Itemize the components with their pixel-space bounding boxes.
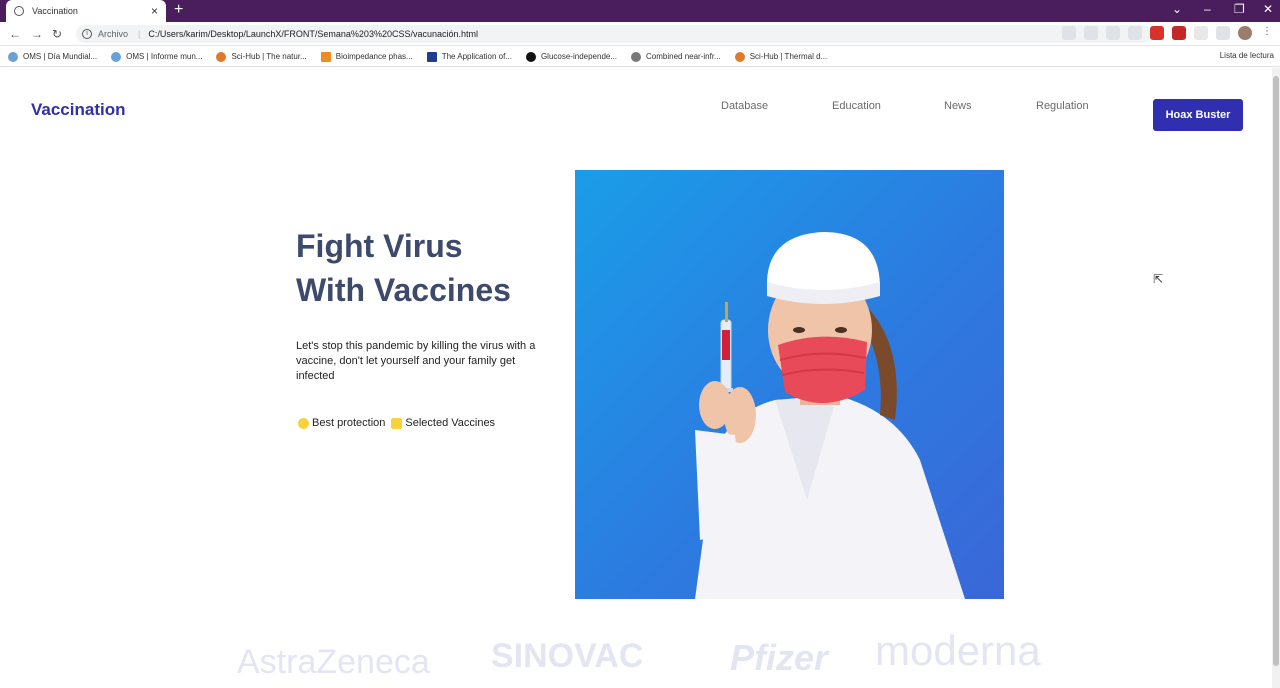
bookmark-item[interactable]: OMS | Informe mun...: [111, 51, 202, 62]
who-icon: [111, 51, 122, 62]
bookmark-item[interactable]: Sci-Hub | Thermal d...: [734, 51, 827, 62]
url-prefix: Archivo: [98, 29, 129, 39]
reload-icon[interactable]: ↻: [52, 27, 62, 41]
extension-pdf-icon[interactable]: [1172, 26, 1186, 40]
translate-icon[interactable]: [1062, 26, 1076, 40]
nav-database[interactable]: Database: [721, 100, 768, 112]
close-tab-icon[interactable]: ×: [151, 4, 158, 18]
url-field[interactable]: i Archivo | C:/Users/karim/Desktop/Launc…: [76, 25, 1152, 43]
new-tab-icon[interactable]: +: [174, 1, 183, 19]
site-logo[interactable]: Vaccination: [31, 100, 125, 120]
reading-list[interactable]: Lista de lectura: [1220, 51, 1274, 60]
nav-news[interactable]: News: [944, 100, 972, 112]
brand-pfizer: Pfizer: [730, 637, 829, 678]
bookmark-item[interactable]: OMS | Día Mundial...: [8, 51, 97, 62]
hero-description: Let's stop this pandemic by killing the …: [296, 340, 536, 382]
bookmark-item[interactable]: The Application of...: [426, 51, 512, 62]
nurse-illustration: [695, 232, 965, 599]
scihub-icon: [216, 51, 227, 62]
star-icon[interactable]: [1128, 26, 1142, 40]
badge-best-protection: Best protection: [312, 417, 386, 429]
document-icon: [631, 51, 642, 62]
bookmark-item[interactable]: Glucose-independe...: [525, 51, 617, 62]
bookmark-item[interactable]: Sci-Hub | The natur...: [216, 51, 307, 62]
elsevier-icon: [320, 51, 331, 62]
scrollbar-thumb[interactable]: [1273, 76, 1279, 666]
bookmark-item[interactable]: Bioimpedance phas...: [320, 51, 413, 62]
hero-badges: Best protection Selected Vaccines: [298, 417, 495, 429]
bookmarks-bar: OMS | Día Mundial... OMS | Informe mun..…: [0, 47, 1280, 67]
hero-image: [575, 170, 1004, 599]
square-badge-icon: [391, 417, 403, 429]
extension-panda-icon[interactable]: [1194, 26, 1208, 40]
extension-tp-icon[interactable]: [1150, 26, 1164, 40]
share-icon[interactable]: [1106, 26, 1120, 40]
tab-search-icon[interactable]: ⌄: [1172, 2, 1182, 16]
restore-icon[interactable]: ❐: [1234, 2, 1245, 16]
hero-title: Fight Virus With Vaccines: [296, 228, 511, 308]
nav-education[interactable]: Education: [832, 100, 881, 112]
ieee-icon: [426, 51, 437, 62]
close-window-icon[interactable]: ✕: [1263, 2, 1273, 16]
brand-astrazeneca: AstraZeneca: [237, 643, 430, 681]
globe-icon: [14, 6, 24, 16]
nav-regulation[interactable]: Regulation: [1036, 100, 1089, 112]
extension-icons: ⋮: [1062, 26, 1274, 40]
menu-dots-icon[interactable]: ⋮: [1260, 26, 1274, 40]
puzzle-icon[interactable]: [1216, 26, 1230, 40]
browser-titlebar: Vaccination × + ⌄ – ❐ ✕: [0, 0, 1280, 22]
mouse-cursor-icon: ⇱: [1153, 272, 1164, 286]
info-icon[interactable]: i: [82, 29, 92, 39]
back-icon[interactable]: ←: [9, 27, 21, 41]
forward-icon[interactable]: →: [31, 27, 43, 41]
circle-badge-icon: [298, 417, 309, 429]
minimize-icon[interactable]: –: [1204, 2, 1211, 16]
url-separator: |: [138, 29, 141, 39]
who-icon: [8, 51, 18, 62]
badge-selected-vaccines: Selected Vaccines: [405, 417, 496, 429]
brand-sinovac: SINOVAC: [491, 637, 644, 675]
page-content: Vaccination Database Education News Regu…: [0, 68, 1272, 688]
page-scrollbar[interactable]: [1272, 68, 1280, 688]
hoax-buster-button[interactable]: Hoax Buster: [1153, 99, 1243, 131]
avatar[interactable]: [1238, 26, 1252, 40]
zoom-icon[interactable]: [1084, 26, 1098, 40]
brand-moderna: moderna: [875, 627, 1041, 674]
url-text: C:/Users/karim/Desktop/LaunchX/FRONT/Sem…: [148, 29, 478, 39]
researchgate-icon: [525, 51, 536, 62]
browser-tab[interactable]: Vaccination ×: [6, 0, 166, 22]
address-bar: ← → ↻ i Archivo | C:/Users/karim/Desktop…: [0, 22, 1280, 46]
brand-logos: AstraZeneca SINOVAC Pfizer moderna: [0, 625, 1272, 685]
bookmark-item[interactable]: Combined near-infr...: [631, 51, 721, 62]
scihub-icon: [734, 51, 745, 62]
tab-title: Vaccination: [32, 6, 78, 16]
